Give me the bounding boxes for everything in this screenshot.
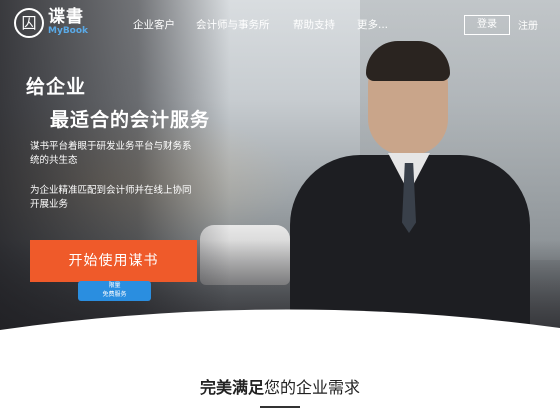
login-button[interactable]: 登录 [464, 15, 510, 35]
section-title-strong: 完美满足 [199, 378, 264, 397]
nav-link-help[interactable]: 帮助支持 [293, 17, 335, 32]
trial-label-1: 限量 [108, 282, 121, 289]
hero-person-image [290, 41, 530, 330]
logo-icon: 囚 [14, 8, 44, 38]
free-trial-badge[interactable]: 限量 免费服务 [78, 281, 151, 301]
logo-name-cn: 谍書 [48, 7, 84, 27]
headline-line-1: 给企业 [26, 76, 87, 98]
section-title: 完美满足您的企业需求 [0, 374, 560, 398]
nav-link-more[interactable]: 更多... [357, 17, 388, 32]
section-title-rest: 您的企业需求 [264, 378, 361, 397]
section-title-underline [260, 406, 300, 408]
logo[interactable]: 囚 谍書 MyBook [14, 8, 88, 38]
nav-link-enterprise[interactable]: 企业客户 [133, 17, 175, 32]
trial-label-2: 免费服务 [102, 291, 127, 298]
hero-subtext-2: 为企业精准匹配到会计师并在线上协同开展业务 [30, 185, 192, 210]
logo-name-en: MyBook [48, 26, 89, 36]
top-nav: 囚 谍書 MyBook 企业客户 会计师与事务所 帮助支持 更多... 登录 注… [0, 0, 560, 48]
start-using-button[interactable]: 开始使用谋书 [30, 240, 197, 282]
hero-headline: 给企业 最适合的会计服务 [26, 72, 210, 132]
headline-line-2: 最适合的会计服务 [50, 109, 211, 131]
register-link[interactable]: 注册 [518, 17, 538, 32]
hero-bottom-curve [0, 309, 560, 360]
hero-subtext-1: 谋书平台着眼于研发业务平台与财务系统的共生态 [30, 141, 192, 166]
nav-link-accountants[interactable]: 会计师与事务所 [196, 17, 270, 32]
